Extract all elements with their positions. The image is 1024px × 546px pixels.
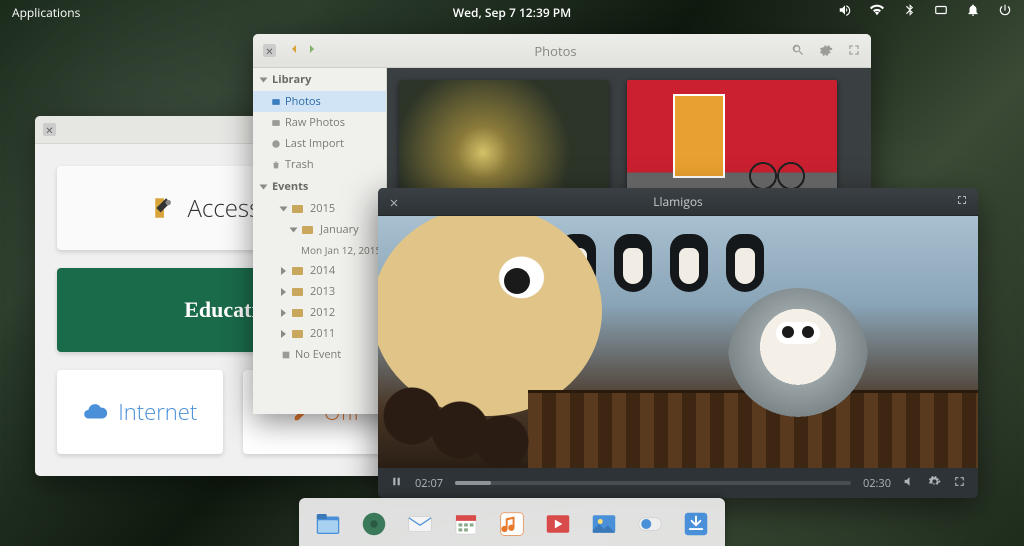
sidebar-item-2011[interactable]: 2011 [253,323,386,344]
dock-music[interactable] [493,505,531,543]
sidebar-library[interactable]: Library [272,72,311,87]
power-icon[interactable] [998,3,1012,21]
keyboard-layout-icon[interactable] [934,3,948,21]
close-icon[interactable] [388,196,400,208]
sidebar-item-last-import[interactable]: Last Import [253,133,386,154]
sidebar-item-2012[interactable]: 2012 [253,302,386,323]
applications-menu[interactable]: Applications [12,4,80,21]
top-panel: Applications Wed, Sep 7 12:39 PM [0,0,1024,24]
accessories-icon [152,195,178,221]
dock-mail[interactable] [401,505,439,543]
sidebar-item-jan12[interactable]: Mon Jan 12, 2015 [253,240,386,260]
close-icon[interactable]: ✕ [263,44,276,57]
volume-icon[interactable] [903,475,916,492]
fullscreen-icon[interactable] [847,40,861,62]
sidebar-events[interactable]: Events [272,179,308,194]
dock-calendar[interactable] [447,505,485,543]
dock-browser[interactable] [355,505,393,543]
video-window: Llamigos 02:07 02:30 [378,188,978,498]
sidebar-item-january[interactable]: January [253,219,386,240]
sidebar-item-noevent[interactable]: No Event [253,344,386,365]
nav-forward-icon[interactable] [304,40,320,62]
sidebar-item-raw[interactable]: Raw Photos [253,112,386,133]
cloud-icon [82,399,108,425]
sidebar-item-2014[interactable]: 2014 [253,260,386,281]
seek-bar[interactable] [455,481,851,485]
video-titlebar[interactable]: Llamigos [378,188,978,216]
sidebar-item-2015[interactable]: 2015 [253,198,386,219]
photos-sidebar: Library Photos Raw Photos Last Import Tr… [253,68,387,414]
video-title: Llamigos [400,193,956,210]
search-icon[interactable] [791,40,805,62]
total-time: 02:30 [863,476,891,491]
nav-back-icon[interactable] [286,40,302,62]
dock-videos[interactable] [539,505,577,543]
close-icon[interactable]: ✕ [43,123,56,136]
maximize-icon[interactable] [956,193,968,210]
dock [299,498,725,546]
dock-photos[interactable] [585,505,623,543]
dock-downloads[interactable] [677,505,715,543]
photos-titlebar[interactable]: ✕ Photos [253,34,871,68]
video-playback-area[interactable] [378,216,978,468]
bluetooth-icon[interactable] [902,3,916,21]
fullscreen-icon[interactable] [953,475,966,492]
category-label: Internet [118,397,197,427]
wifi-icon[interactable] [870,3,884,21]
sidebar-item-2013[interactable]: 2013 [253,281,386,302]
dock-settings[interactable] [631,505,669,543]
sidebar-item-trash[interactable]: Trash [253,154,386,175]
video-controls: 02:07 02:30 [378,468,978,498]
gear-icon[interactable] [819,40,833,62]
elapsed-time: 02:07 [415,476,443,491]
dock-files[interactable] [309,505,347,543]
clock[interactable]: Wed, Sep 7 12:39 PM [453,4,571,21]
notifications-icon[interactable] [966,3,980,21]
sidebar-item-photos[interactable]: Photos [253,91,386,112]
settings-gear-icon[interactable] [928,475,941,492]
window-title: Photos [320,42,791,60]
volume-icon[interactable] [838,3,852,21]
category-internet[interactable]: Internet [57,370,223,454]
pause-icon[interactable] [390,475,403,492]
